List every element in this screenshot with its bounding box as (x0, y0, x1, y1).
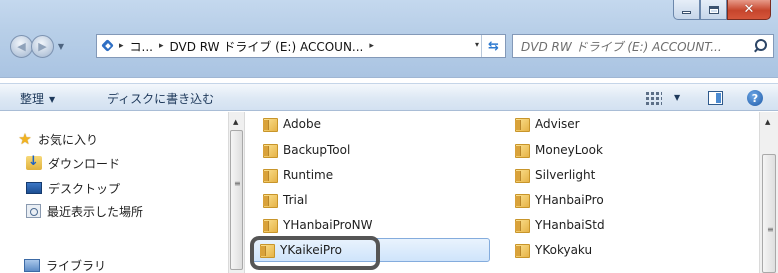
search-box[interactable]: DVD RW ドライブ (E:) ACCOUNT... (512, 34, 774, 58)
minimize-icon (682, 11, 691, 14)
explorer-window: ✕ ◀ ▶ ▼ ▸ コ... ▸ DVD RW ドライブ (E:) ACCOUN… (0, 0, 778, 273)
breadcrumb-computer[interactable]: コ... (127, 38, 156, 55)
list-item[interactable]: YHanbaiStd (508, 215, 605, 235)
folder-icon (514, 243, 530, 258)
list-item[interactable]: Runtime (256, 165, 333, 185)
file-name: YHanbaiProNW (283, 218, 373, 232)
library-icon (24, 258, 40, 272)
folder-icon (262, 168, 278, 183)
folder-icon (262, 218, 278, 233)
file-name: Adviser (535, 117, 580, 131)
file-name: YHanbaiStd (535, 218, 605, 232)
grip-icon: ≡ (767, 225, 774, 234)
forward-button[interactable]: ▶ (31, 34, 54, 58)
nav-recent-places[interactable]: 最近表示した場所 (26, 201, 143, 221)
file-name: BackupTool (283, 143, 351, 157)
nav-libraries[interactable]: ライブラリ (24, 255, 106, 273)
file-name: Trial (283, 193, 308, 207)
nav-desktop[interactable]: デスクトップ (26, 178, 120, 198)
navigation-pane: ★ お気に入り ダウンロード デスクトップ 最近表示した場所 ライブラリ (0, 112, 228, 273)
scrollbar-thumb[interactable]: ≡ (762, 154, 776, 273)
file-name: YKokyaku (535, 243, 593, 257)
recent-places-icon (26, 204, 41, 218)
scroll-up-icon[interactable]: ▲ (765, 118, 770, 126)
address-dropdown-icon[interactable]: ▾ (475, 40, 479, 49)
organize-label: 整理 (20, 92, 45, 106)
folder-icon (514, 143, 530, 158)
maximize-icon (708, 5, 719, 14)
desktop-icon (26, 182, 42, 194)
list-item[interactable]: Silverlight (508, 165, 595, 185)
maximize-button[interactable] (700, 0, 727, 20)
back-button[interactable]: ◀ (10, 34, 33, 58)
list-item[interactable]: YHanbaiPro (508, 190, 604, 210)
folder-icon (262, 117, 278, 132)
history-dropdown[interactable]: ▼ (55, 42, 67, 51)
highlight-ring (250, 236, 380, 270)
search-icon[interactable] (753, 39, 767, 53)
address-bar[interactable]: ▸ コ... ▸ DVD RW ドライブ (E:) ACCOUN... ▸ ▾ … (96, 34, 506, 58)
list-item[interactable]: Adobe (256, 114, 321, 134)
navpane-scrollbar[interactable]: ▲ ≡ (228, 112, 245, 273)
file-name: Adobe (283, 117, 321, 131)
download-icon (26, 154, 42, 170)
close-icon: ✕ (743, 2, 755, 17)
help-icon[interactable]: ? (747, 90, 763, 106)
nav-recent-label: 最近表示した場所 (47, 204, 144, 219)
nav-favorites-label: お気に入り (38, 132, 99, 147)
view-options-icon[interactable] (646, 91, 662, 105)
scroll-up-icon[interactable]: ▲ (233, 118, 238, 126)
burn-to-disc-button[interactable]: ディスクに書き込む (107, 90, 214, 107)
folder-icon (514, 193, 530, 208)
folder-icon (514, 218, 530, 233)
list-item[interactable]: YHanbaiProNW (256, 215, 373, 235)
back-arrow-icon: ◀ (17, 39, 26, 53)
folder-icon (262, 193, 278, 208)
file-name: MoneyLook (535, 143, 603, 157)
grip-icon: ≡ (234, 179, 241, 188)
filelist-scrollbar[interactable]: ▲ ≡ (759, 112, 778, 273)
nav-desktop-label: デスクトップ (48, 181, 121, 196)
breadcrumb-separator[interactable]: ▸ (366, 41, 377, 51)
folder-icon (514, 117, 530, 132)
view-dropdown-icon[interactable]: ▼ (674, 93, 680, 102)
chevron-down-icon: ▼ (49, 95, 56, 104)
file-name: Runtime (283, 168, 334, 182)
search-input[interactable]: DVD RW ドライブ (E:) ACCOUNT... (513, 38, 741, 55)
nav-favorites[interactable]: ★ お気に入り (16, 129, 98, 149)
folder-icon (514, 168, 530, 183)
breadcrumb-separator[interactable]: ▸ (156, 41, 167, 51)
organize-button[interactable]: 整理 ▼ (20, 90, 55, 107)
nav-downloads-label: ダウンロード (48, 156, 121, 171)
drive-icon (100, 38, 116, 54)
command-bar: 整理 ▼ ディスクに書き込む ▼ ? (0, 83, 778, 111)
refresh-icon: ⇆ (488, 38, 499, 54)
list-item[interactable]: BackupTool (256, 140, 350, 160)
preview-pane-icon[interactable] (708, 91, 723, 105)
breadcrumb-dvd-drive[interactable]: DVD RW ドライブ (E:) ACCOUN... (167, 38, 367, 55)
scrollbar-thumb[interactable]: ≡ (230, 130, 243, 270)
close-button[interactable]: ✕ (727, 0, 771, 20)
nav-libraries-label: ライブラリ (46, 258, 107, 273)
file-name: YHanbaiPro (535, 193, 604, 207)
minimize-button[interactable] (673, 0, 700, 20)
caption-buttons: ✕ (673, 0, 771, 22)
forward-arrow-icon: ▶ (38, 39, 47, 53)
chevron-down-icon: ▼ (57, 41, 65, 51)
list-item[interactable]: MoneyLook (508, 140, 603, 160)
navigation-buttons: ◀ ▶ ▼ (10, 33, 67, 59)
star-icon: ★ (18, 130, 32, 148)
folder-icon (262, 143, 278, 158)
list-item[interactable]: Adviser (508, 114, 580, 134)
list-item[interactable]: YKokyaku (508, 240, 592, 260)
refresh-button[interactable]: ⇆ (481, 35, 505, 57)
breadcrumb-separator[interactable]: ▸ (116, 41, 127, 51)
file-name: Silverlight (535, 168, 596, 182)
nav-downloads[interactable]: ダウンロード (26, 153, 120, 173)
list-item[interactable]: Trial (256, 190, 308, 210)
